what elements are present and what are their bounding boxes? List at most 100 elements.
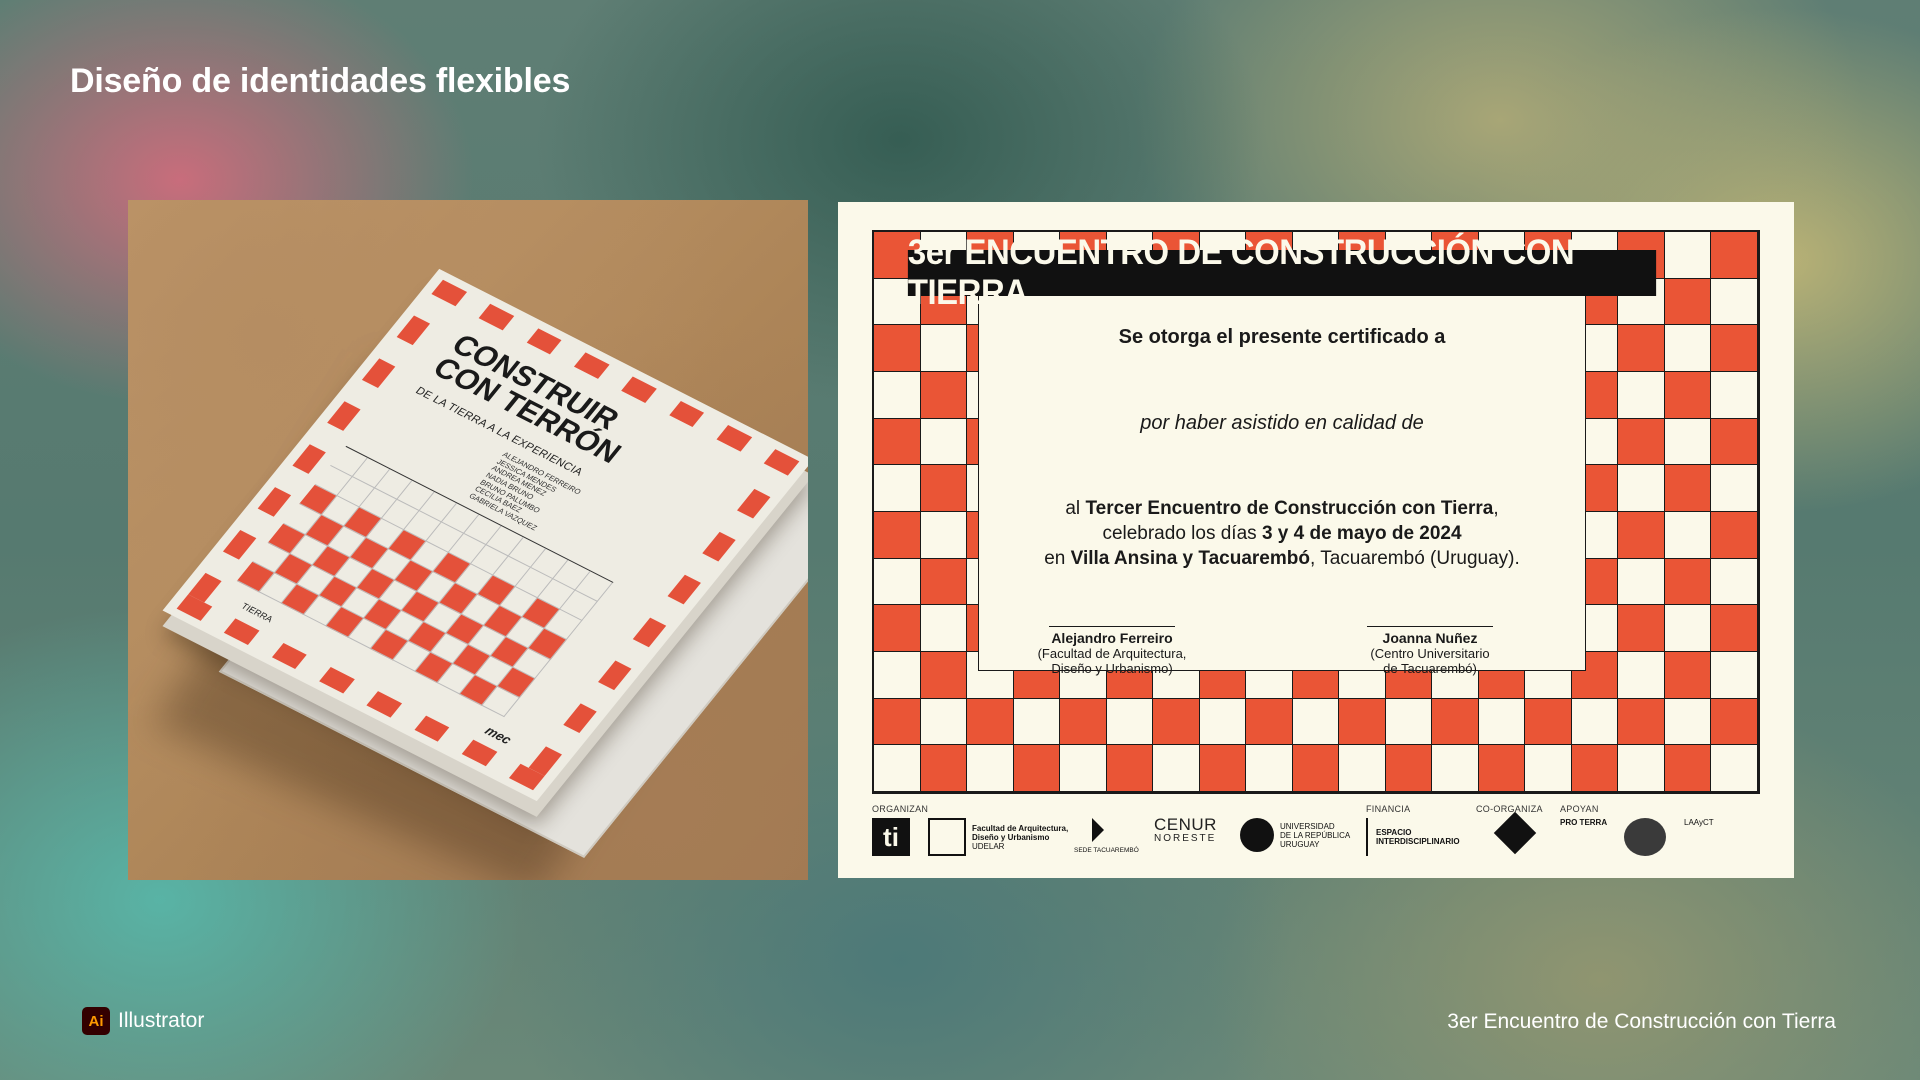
fadu-logo: Facultad de Arquitectura, Diseño y Urban… [928, 818, 1068, 856]
checker-cell [1664, 465, 1712, 512]
checker-cell [1339, 698, 1386, 746]
checker-cell [1664, 698, 1712, 746]
checker-cell [967, 698, 1014, 746]
checker-cell [920, 372, 968, 419]
checker-cell [1618, 325, 1665, 372]
checker-cell [874, 605, 921, 652]
sponsor-logos: ORGANIZAN FINANCIA CO-ORGANIZA APOYAN ti… [872, 802, 1760, 872]
book-tierra-logo: TIERRA [239, 600, 276, 624]
checker-cell [1013, 745, 1061, 792]
checker-cell [1618, 512, 1665, 559]
checker-cell [1478, 745, 1526, 792]
checker-cell [1246, 745, 1293, 792]
checker-cell [1571, 698, 1619, 746]
checker-cell [874, 372, 921, 419]
mec-logo: mec [482, 723, 515, 747]
checker-cell [1618, 745, 1665, 792]
checker-cell [874, 325, 921, 372]
checker-cell [1013, 698, 1061, 746]
checker-cell [1664, 232, 1712, 279]
checker-cell [920, 698, 968, 746]
checker-cell [1060, 698, 1107, 746]
book-photo: CONSTRUIR CON TERRÓN DE LA TIERRA A LA E… [128, 200, 808, 880]
checker-cell [1292, 698, 1340, 746]
app-name: Illustrator [118, 1009, 205, 1032]
checker-cell [1060, 745, 1107, 792]
checker-cell [874, 465, 921, 512]
certificate-line-event: al Tercer Encuentro de Construcción con … [1044, 498, 1520, 569]
proterra-logo: PRO TERRA [1560, 818, 1608, 827]
checker-cell [1525, 698, 1572, 746]
checker-cell [1432, 698, 1479, 746]
label-organizan: ORGANIZAN [872, 804, 929, 814]
illustrator-icon: Ai [82, 1007, 110, 1035]
checker-cell [1711, 652, 1758, 699]
checker-cell [967, 745, 1014, 792]
laayct-logo: LAAyCT [1684, 818, 1714, 827]
label-coorganiza: CO-ORGANIZA [1476, 804, 1543, 814]
checker-cell [1664, 605, 1712, 652]
checker-cell [1385, 745, 1433, 792]
checker-cell [1664, 372, 1712, 419]
label-apoyan: APOYAN [1560, 804, 1599, 814]
checker-cell [1618, 465, 1665, 512]
checker-cell [1664, 558, 1712, 606]
checker-cell [1199, 745, 1247, 792]
checker-cell [874, 698, 921, 746]
checker-cell [1571, 745, 1619, 792]
checker-cell [1711, 372, 1758, 419]
checker-cell [1711, 418, 1758, 466]
checker-cell [1711, 698, 1758, 746]
checker-cell [920, 558, 968, 606]
checker-cell [874, 512, 921, 559]
checker-cell [1432, 745, 1479, 792]
checker-cell [1478, 698, 1526, 746]
checker-cell [1385, 698, 1433, 746]
municipio-logo [1624, 818, 1666, 856]
checker-cell [1664, 745, 1712, 792]
checker-cell [1199, 698, 1247, 746]
checker-cell [920, 512, 968, 559]
checker-cell [874, 652, 921, 699]
checker-cell [1618, 372, 1665, 419]
checker-cell [1153, 745, 1200, 792]
checker-cell [1664, 278, 1712, 326]
checker-cell [1618, 652, 1665, 699]
ti-logo: ti [872, 818, 910, 856]
checker-cell [1618, 418, 1665, 466]
signature-nunez: Joanna Nuñez (Centro Universitario de Ta… [1345, 626, 1515, 676]
checker-cell [1525, 745, 1572, 792]
checker-cell [1711, 465, 1758, 512]
checker-cell [920, 325, 968, 372]
checker-cell [1711, 605, 1758, 652]
certificate-line-grant: Se otorga el presente certificado a [1118, 326, 1446, 348]
checker-cell [1246, 698, 1293, 746]
checker-cell [1618, 605, 1665, 652]
checker-cell [1711, 232, 1758, 279]
coorganiza-logo [1493, 811, 1537, 855]
checker-cell [920, 418, 968, 466]
checker-cell [874, 745, 921, 792]
checker-cell [1339, 745, 1386, 792]
checker-cell [1292, 745, 1340, 792]
checker-cell [1711, 512, 1758, 559]
checker-cell [1106, 745, 1154, 792]
checker-cell [1711, 558, 1758, 606]
certificate-line-role: por haber asistido en calidad de [1140, 412, 1424, 434]
checker-cell [1711, 745, 1758, 792]
certificate: Se otorga el presente certificado a por … [838, 202, 1794, 878]
checker-cell [1711, 325, 1758, 372]
checker-cell [920, 465, 968, 512]
certificate-body: Se otorga el presente certificado a por … [978, 295, 1586, 676]
sede-tacuarembo-logo: SEDE TACUAREMBÓ [1074, 818, 1139, 855]
checker-cell [874, 418, 921, 466]
certificate-banner: 3er ENCUENTRO DE CONSTRUCCIÓN CON TIERRA [907, 233, 1657, 312]
checker-cell [1618, 698, 1665, 746]
checker-cell [1664, 652, 1712, 699]
project-name: 3er Encuentro de Construcción con Tierra [1447, 1010, 1836, 1033]
espacio-interdisciplinario-logo: ESPACIO INTERDISCIPLINARIO [1366, 818, 1460, 856]
checker-cell [1664, 418, 1712, 466]
label-financia: FINANCIA [1366, 804, 1411, 814]
checker-cell [1664, 512, 1712, 559]
slide-title: Diseño de identidades flexibles [70, 62, 571, 100]
